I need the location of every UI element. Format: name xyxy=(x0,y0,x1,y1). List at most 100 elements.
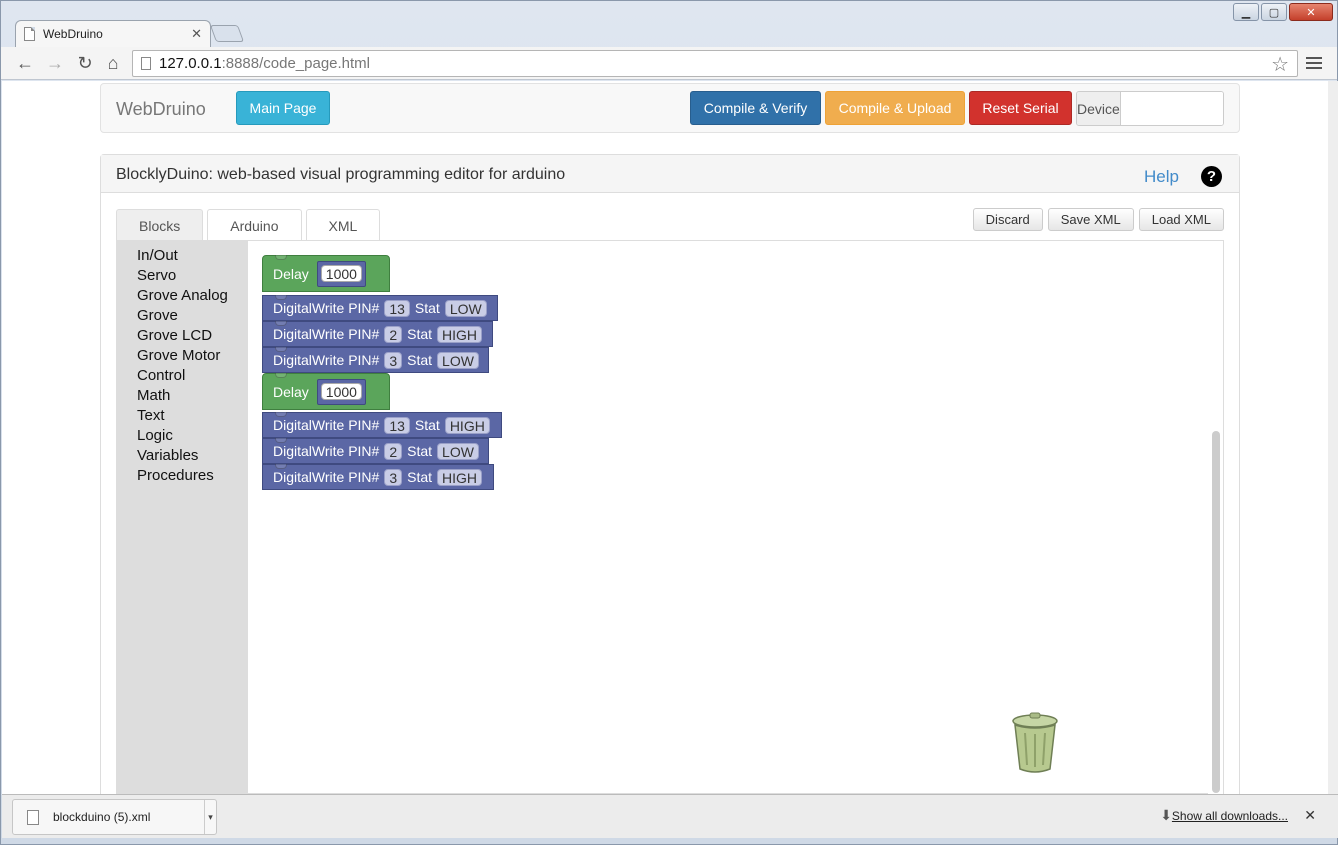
xml-actions: Discard Save XML Load XML xyxy=(972,208,1224,231)
toolbox-category[interactable]: Control xyxy=(137,366,248,386)
show-all-downloads-link[interactable]: Show all downloads... xyxy=(1172,809,1288,823)
stat-dropdown[interactable]: HIGH xyxy=(437,468,483,486)
tab-title: WebDruino xyxy=(43,27,103,41)
browser-window: WebDruino ✕ ▁ ▢ ✕ ← → ↻ ⌂ 127.0.0.1:8888… xyxy=(0,0,1338,845)
address-bar[interactable]: 127.0.0.1:8888/code_page.html ☆ xyxy=(132,50,1298,77)
url-path: :8888/code_page.html xyxy=(221,55,371,72)
compile-verify-button[interactable]: Compile & Verify xyxy=(690,91,821,125)
stat-label: Stat xyxy=(407,326,433,342)
minimize-icon[interactable]: ▁ xyxy=(1233,3,1259,21)
stat-dropdown[interactable]: LOW xyxy=(444,299,487,317)
tab-blocks[interactable]: Blocks xyxy=(116,209,204,241)
workspace-scrollbar[interactable] xyxy=(1209,241,1223,794)
digitalwrite-block[interactable]: DigitalWrite PIN# 3 Stat HIGH xyxy=(262,464,494,490)
tab-close-icon[interactable]: ✕ xyxy=(191,26,202,42)
page-scrollbar[interactable] xyxy=(1328,81,1338,794)
block-label: DigitalWrite PIN# xyxy=(273,300,380,316)
toolbox-category[interactable]: Text xyxy=(137,406,248,426)
page-icon xyxy=(141,57,151,70)
block-label: DigitalWrite PIN# xyxy=(273,469,380,485)
brand[interactable]: WebDruino xyxy=(116,99,206,120)
trash-can-icon[interactable] xyxy=(1011,711,1059,775)
reset-serial-button[interactable]: Reset Serial xyxy=(969,91,1072,125)
maximize-icon[interactable]: ▢ xyxy=(1261,3,1287,21)
stat-dropdown[interactable]: HIGH xyxy=(437,325,483,343)
download-arrow-icon: ⬇ xyxy=(1160,807,1172,823)
number-field[interactable]: 1000 xyxy=(320,265,362,282)
question-icon[interactable]: ? xyxy=(1201,166,1222,187)
pin-field[interactable]: 3 xyxy=(384,351,403,369)
stat-dropdown[interactable]: LOW xyxy=(437,442,479,460)
toolbox: In/Out Servo Grove Analog Grove Grove LCD Gro… xyxy=(117,241,248,794)
workspace-scroll-thumb[interactable] xyxy=(1212,431,1220,793)
stat-label: Stat xyxy=(407,352,433,368)
pin-field[interactable]: 2 xyxy=(384,325,403,343)
load-xml-button[interactable]: Load XML xyxy=(1138,208,1224,231)
block-label: DigitalWrite PIN# xyxy=(273,352,380,368)
toolbox-category[interactable]: Math xyxy=(137,386,248,406)
pin-field[interactable]: 13 xyxy=(384,416,410,434)
digitalwrite-block[interactable]: DigitalWrite PIN# 2 Stat HIGH xyxy=(262,321,493,347)
toolbox-category[interactable]: Logic xyxy=(137,426,248,446)
chevron-down-icon[interactable]: ▾ xyxy=(204,800,216,834)
block-label: DigitalWrite PIN# xyxy=(273,326,380,342)
file-icon xyxy=(27,809,39,825)
browser-toolbar: ← → ↻ ⌂ 127.0.0.1:8888/code_page.html ☆ xyxy=(1,47,1337,80)
download-shelf: blockduino (5).xml ▾ ⬇ Show all download… xyxy=(2,794,1338,838)
tab-xml[interactable]: XML xyxy=(305,209,381,241)
toolbox-category[interactable]: Variables xyxy=(137,446,248,466)
delay-block[interactable]: Delay 1000 xyxy=(262,255,390,292)
home-icon[interactable]: ⌂ xyxy=(101,52,125,74)
toolbox-category[interactable]: In/Out xyxy=(137,246,248,266)
close-icon[interactable]: ✕ xyxy=(1304,807,1316,824)
tab-strip: WebDruino ✕ ▁ ▢ ✕ xyxy=(1,1,1337,47)
number-block[interactable]: 1000 xyxy=(316,260,366,287)
device-input[interactable] xyxy=(1120,92,1223,125)
block-label: Delay xyxy=(273,383,309,400)
toolbox-category[interactable]: Grove LCD xyxy=(137,326,248,346)
block-notch xyxy=(275,464,287,469)
stat-dropdown[interactable]: HIGH xyxy=(444,416,490,434)
toolbox-category[interactable]: Grove Analog xyxy=(137,286,248,306)
stat-label: Stat xyxy=(407,443,433,459)
digitalwrite-block[interactable]: DigitalWrite PIN# 2 Stat LOW xyxy=(262,438,489,464)
toolbox-category[interactable]: Grove xyxy=(137,306,248,326)
reload-icon[interactable]: ↻ xyxy=(73,52,97,74)
block-notch xyxy=(275,412,287,417)
close-window-icon[interactable]: ✕ xyxy=(1289,3,1333,21)
main-page-button[interactable]: Main Page xyxy=(236,91,330,125)
help-link[interactable]: Help xyxy=(1144,167,1179,187)
block-notch xyxy=(275,347,287,352)
number-block[interactable]: 1000 xyxy=(316,378,366,405)
digitalwrite-block[interactable]: DigitalWrite PIN# 3 Stat LOW xyxy=(262,347,489,373)
editor-panel: BlocklyDuino: web-based visual programmi… xyxy=(100,154,1240,794)
pin-field[interactable]: 3 xyxy=(384,468,403,486)
compile-upload-button[interactable]: Compile & Upload xyxy=(825,91,965,125)
device-group: Device xyxy=(1076,91,1224,126)
new-tab-button[interactable] xyxy=(209,25,245,42)
digitalwrite-block[interactable]: DigitalWrite PIN# 13 Stat LOW xyxy=(262,295,498,321)
back-arrow-icon[interactable]: ← xyxy=(13,52,37,74)
save-xml-button[interactable]: Save XML xyxy=(1047,208,1134,231)
star-icon[interactable]: ☆ xyxy=(1271,52,1289,77)
forward-arrow-icon[interactable]: → xyxy=(43,52,67,74)
toolbox-category[interactable]: Servo xyxy=(137,266,248,286)
discard-button[interactable]: Discard xyxy=(972,208,1043,231)
pin-field[interactable]: 13 xyxy=(384,299,410,317)
stat-dropdown[interactable]: LOW xyxy=(437,351,479,369)
download-filename: blockduino (5).xml xyxy=(53,810,151,824)
menu-icon[interactable] xyxy=(1303,52,1325,74)
page-viewport: WebDruino Main Page Compile & Verify Com… xyxy=(2,81,1328,794)
digitalwrite-block[interactable]: DigitalWrite PIN# 13 Stat HIGH xyxy=(262,412,502,438)
pin-field[interactable]: 2 xyxy=(384,442,403,460)
toolbox-category[interactable]: Grove Motor xyxy=(137,346,248,366)
number-field[interactable]: 1000 xyxy=(320,383,362,400)
blockly-workspace[interactable]: In/Out Servo Grove Analog Grove Grove LCD Gro… xyxy=(116,241,1224,794)
toolbox-category[interactable]: Procedures xyxy=(137,466,248,486)
delay-block[interactable]: Delay 1000 xyxy=(262,373,390,410)
tab-arduino[interactable]: Arduino xyxy=(207,209,302,241)
browser-tab[interactable]: WebDruino ✕ xyxy=(15,20,211,47)
download-item[interactable]: blockduino (5).xml ▾ xyxy=(12,799,217,835)
stat-label: Stat xyxy=(407,469,433,485)
top-navbar: WebDruino Main Page Compile & Verify Com… xyxy=(100,83,1240,133)
